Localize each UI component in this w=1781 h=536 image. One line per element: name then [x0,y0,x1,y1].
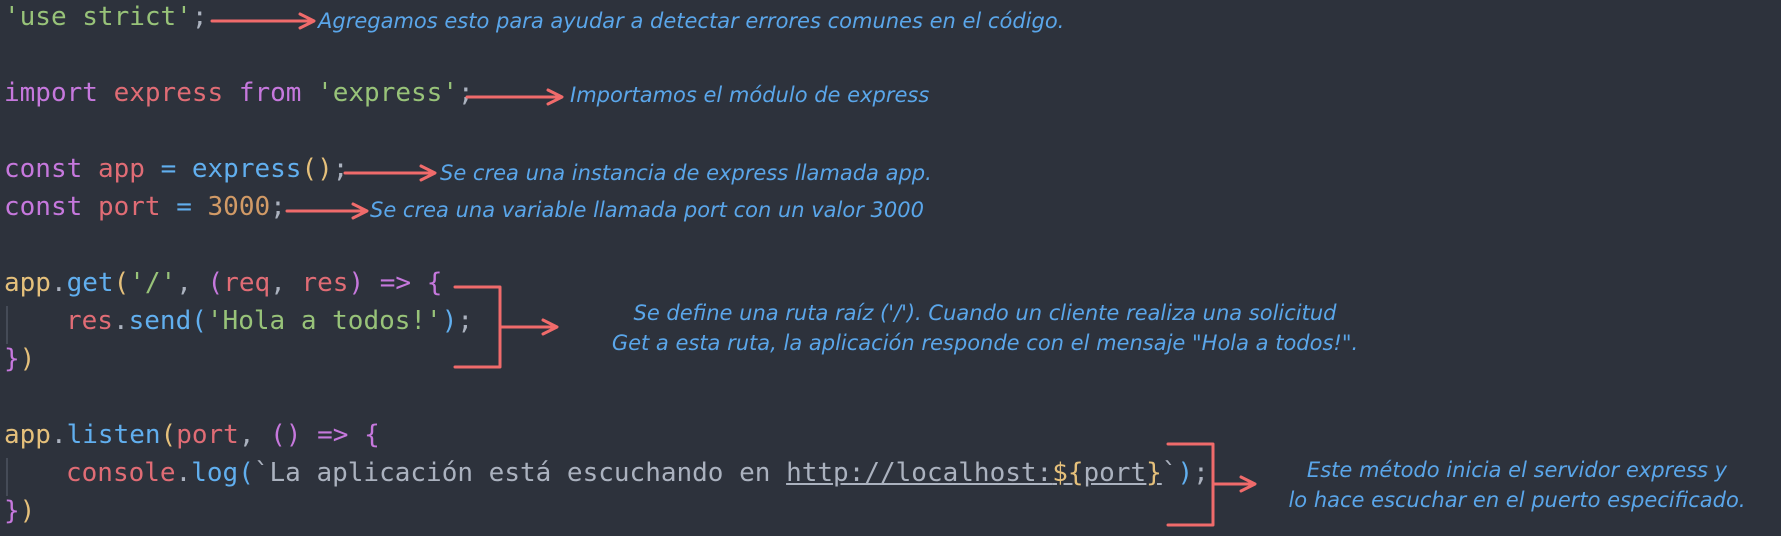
note-listen: Este método inicia el servidor express y… [1262,455,1772,515]
note-const-app: Se crea una instancia de express llamada… [440,161,932,185]
note-route-line1: Se define una ruta raíz ('/'). Cuando un… [633,301,1337,325]
note-const-port: Se crea una variable llamada port con un… [370,198,924,222]
bracket-icon [453,285,502,369]
note-import: Importamos el módulo de express [570,83,930,107]
note-route-line2: Get a esta ruta, la aplicación responde … [611,331,1359,355]
note-listen-line2: lo hace escuchar en el puerto especifica… [1288,488,1746,512]
bracket-icon [1166,442,1215,527]
note-route: Se define una ruta raíz ('/'). Cuando un… [560,298,1410,358]
note-use-strict: Agregamos esto para ayudar a detectar er… [318,9,1065,33]
note-listen-line1: Este método inicia el servidor express y [1306,458,1728,482]
